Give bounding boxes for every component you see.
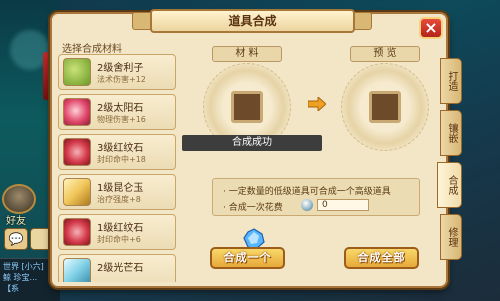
red-swirl-icon	[63, 218, 91, 246]
material-name: 2级舍利子	[97, 63, 144, 74]
toast-message: 合成成功	[182, 135, 322, 151]
crystal-icon	[63, 258, 91, 282]
tab-inlay[interactable]: 镶嵌	[440, 110, 462, 156]
chat-line: 世界 [小六]	[3, 262, 44, 271]
material-desc: 封印命中+18	[97, 155, 146, 164]
emote-icon[interactable]	[30, 228, 52, 250]
green-seeds-icon	[63, 58, 91, 86]
material-item[interactable]: 1级红纹石 封印命中+6	[58, 214, 176, 250]
material-item[interactable]: 1级昆仑玉 治疗强度+8	[58, 174, 176, 210]
tab-forge[interactable]: 打造	[440, 58, 462, 104]
preview-slot	[369, 91, 401, 123]
material-label: 材 料	[212, 46, 282, 62]
preview-label: 预 览	[350, 46, 420, 62]
material-name: 3级红纹石	[97, 143, 144, 154]
material-desc: 物理伤害+16	[97, 115, 146, 124]
material-desc: 治疗强度+8	[97, 195, 141, 204]
material-name: 1级昆仑玉	[97, 183, 144, 194]
material-list-title: 选择合成材料	[62, 44, 122, 55]
material-name: 1级红纹石	[97, 223, 144, 234]
info-line-2: · 合成一次花费	[223, 203, 283, 213]
material-name: 2级光芒石	[97, 263, 144, 274]
chat-line: 【系	[3, 284, 19, 293]
panel-title: 道具合成	[150, 9, 355, 33]
material-desc: 封印命中+6	[97, 235, 141, 244]
jade-icon	[63, 178, 91, 206]
arrow-right-icon	[308, 97, 326, 111]
material-slot[interactable]	[231, 91, 263, 123]
synthesize-all-button[interactable]: 合成全部	[344, 247, 419, 269]
red-orb-icon	[63, 98, 91, 126]
material-desc: 法术伤害+12	[97, 75, 146, 84]
info-box: · 一定数量的低级道具可合成一个高级道具 · 合成一次花费 0	[212, 178, 420, 216]
red-swirl-icon	[63, 138, 91, 166]
material-item[interactable]: 2级舍利子 法术伤害+12	[58, 54, 176, 90]
info-line-1: · 一定数量的低级道具可合成一个高级道具	[223, 187, 391, 197]
chat-icon[interactable]: 💬	[4, 228, 28, 250]
close-icon: ×	[424, 18, 438, 37]
tab-synthesis[interactable]: 合成	[437, 162, 462, 208]
material-list[interactable]: 2级舍利子 法术伤害+12 2级太阳石 物理伤害+16 3级红纹石 封印命中+1…	[58, 54, 176, 282]
silver-coin-icon	[301, 199, 313, 211]
chat-line: 鲸 珍宝...	[3, 273, 38, 282]
cost-value: 0	[317, 199, 369, 211]
tab-repair[interactable]: 修理	[440, 214, 462, 260]
close-button[interactable]: ×	[419, 17, 443, 39]
synthesize-one-button[interactable]: 合成一个	[210, 247, 285, 269]
material-item[interactable]: 2级光芒石	[58, 254, 176, 282]
friend-avatar-icon[interactable]	[2, 184, 36, 214]
material-item[interactable]: 3级红纹石 封印命中+18	[58, 134, 176, 170]
material-item[interactable]: 2级太阳石 物理伤害+16	[58, 94, 176, 130]
material-name: 2级太阳石	[97, 103, 144, 114]
